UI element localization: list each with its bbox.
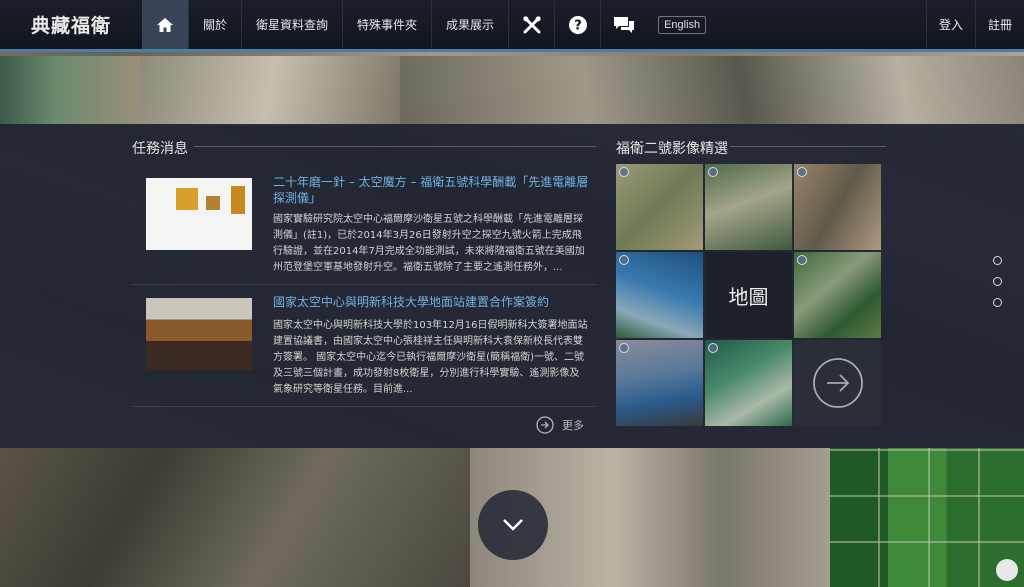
arrow-right-circle-icon [812,358,863,408]
news-summary: 國家實驗研究院太空中心福爾摩沙衛星五號之科學酬載「先進電離層探測儀」(註1)，已… [273,214,585,273]
home-icon [157,17,173,32]
section-pager [993,256,1002,319]
arrow-right-circle-icon [536,416,554,434]
help-button[interactable]: ? [554,0,600,49]
gallery-heading: 福衛二號影像精選 [616,141,728,157]
gallery-section: 福衛二號影像精選 地圖 [616,124,886,448]
nav-special-events[interactable]: 特殊事件夾 [342,0,431,49]
home-button[interactable] [142,0,188,49]
news-section: 任務消息 二十年磨一針 – 太空魔方 – 福衛五號科學酬載「先進電離層探測儀」 … [132,124,596,448]
satellite-image-3[interactable] [794,164,881,250]
satellite-image-7[interactable] [705,340,792,426]
top-navigation: 典藏福衛 關於 衛星資料查詢 特殊事件夾 成果展示 ? English 登入 註… [0,0,1024,52]
satellite-image-1[interactable] [616,164,703,250]
svg-text:?: ? [574,18,582,33]
camera-icon [797,167,807,177]
news-thumbnail[interactable] [146,298,252,370]
next-images-button[interactable] [794,340,881,426]
nav-satellite-query[interactable]: 衛星資料查詢 [241,0,342,49]
tools-button[interactable] [508,0,554,49]
register-link[interactable]: 註冊 [974,0,1024,49]
help-icon: ? [568,15,587,34]
more-label: 更多 [562,419,584,432]
news-title[interactable]: 二十年磨一針 – 太空魔方 – 福衛五號科學酬載「先進電離層探測儀」 [273,174,589,206]
news-title[interactable]: 國家太空中心與明新科技大學地面站建置合作案簽約 [273,294,589,310]
pager-dot[interactable] [993,256,1002,265]
camera-icon [619,343,629,353]
satellite-image-5[interactable] [794,252,881,338]
lightbulb-icon[interactable] [996,559,1018,581]
map-tile[interactable]: 地圖 [705,252,792,338]
news-summary: 國家太空中心與明新科技大學於103年12月16日假明新科大簽署地面站建置協議書，… [273,320,588,395]
scroll-down-button[interactable] [478,490,548,560]
pager-dot[interactable] [993,298,1002,307]
image-grid: 地圖 [616,164,881,426]
map-label: 地圖 [728,284,769,309]
chat-icon [613,16,634,33]
satellite-image-4[interactable] [616,252,703,338]
camera-icon [708,167,718,177]
camera-icon [619,255,629,265]
news-heading: 任務消息 [132,141,188,157]
pager-dot[interactable] [993,277,1002,286]
satellite-image-6[interactable] [616,340,703,426]
chevron-down-icon [503,519,523,531]
site-logo[interactable]: 典藏福衛 [0,0,142,49]
feedback-button[interactable] [600,0,646,49]
login-link[interactable]: 登入 [925,0,975,49]
content-panel: 任務消息 二十年磨一針 – 太空魔方 – 福衛五號科學酬載「先進電離層探測儀」 … [0,124,1024,448]
more-news-link[interactable]: 更多 [536,416,584,434]
language-button[interactable]: English [658,15,707,34]
nav-about[interactable]: 關於 [188,0,241,49]
camera-icon [797,255,807,265]
news-thumbnail[interactable] [146,178,252,250]
satellite-image-2[interactable] [705,164,792,250]
nav-results[interactable]: 成果展示 [431,0,508,49]
camera-icon [619,167,629,177]
camera-icon [708,343,718,353]
tools-icon [523,16,541,33]
